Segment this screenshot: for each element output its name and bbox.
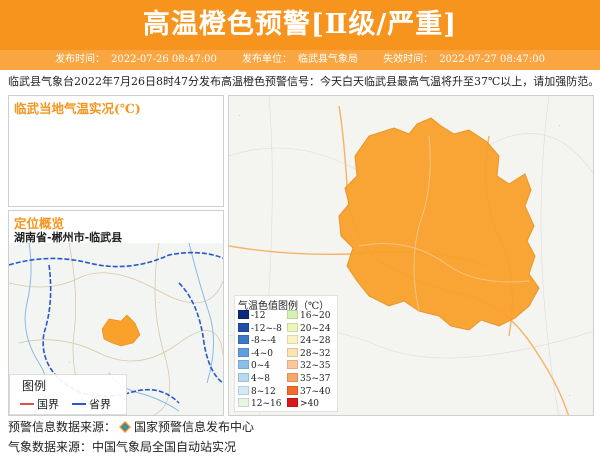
legend-range-label: 4~8: [251, 374, 270, 384]
warning-source-label: 预警信息数据来源：: [8, 420, 117, 434]
legend-provincial-border: 省界: [89, 398, 111, 411]
temperature-legend-item: 8~12: [238, 385, 276, 397]
warning-center-logo-icon: [119, 421, 132, 433]
temperature-legend-item: 4~8: [238, 373, 270, 384]
local-temperature-panel: 临武当地气温实况(℃): [8, 95, 224, 207]
expire-time: 2022-07-27 08:47:00: [439, 54, 545, 65]
warning-source-line: 预警信息数据来源： 国家预警信息发布中心: [8, 419, 254, 435]
legend-color-swatch: [238, 310, 249, 319]
legend-color-swatch: [287, 310, 298, 319]
legend-color-swatch: [238, 373, 249, 382]
temperature-color-legend: 气温色值图例（℃） -12 16~20 -12~-8 20~24 -8~-4 24~28-…: [234, 295, 338, 412]
legend-color-swatch: [287, 335, 298, 345]
legend-range-label: -8~-4: [251, 336, 277, 347]
provincial-border-line: [72, 403, 86, 405]
legend-range-label: 20~24: [300, 323, 331, 334]
legend-range-label: 16~20: [300, 311, 331, 321]
legend-color-swatch: [238, 385, 249, 395]
warning-source[interactable]: 国家预警信息发布中心: [134, 420, 254, 434]
legend-color-swatch: [287, 322, 298, 332]
legend-color-swatch: [287, 347, 298, 357]
temperature-legend-item: -4~0: [238, 347, 274, 359]
temperature-legend-item: >40: [287, 398, 319, 409]
county-temperature-map[interactable]: ... 气温色值图例（℃） -12 16~20 -12~-8 20~24 -8~-4 24…: [228, 95, 594, 416]
legend-range-label: 35~37: [300, 374, 331, 384]
alert-header: 高温橙色预警[Ⅱ级/严重]: [0, 0, 600, 50]
legend-range-label: >40: [300, 399, 319, 410]
temperature-legend-item: 16~20: [287, 310, 330, 321]
temperature-legend-item: 32~35: [287, 360, 330, 371]
temperature-legend-item: 20~24: [287, 322, 331, 334]
temperature-panel-title: 临武当地气温实况(℃): [14, 101, 141, 116]
legend-color-swatch: [238, 322, 249, 332]
publisher: 临武县气象局: [298, 54, 358, 65]
temperature-legend-item: -8~-4: [238, 335, 276, 346]
legend-range-label: 28~32: [300, 348, 331, 359]
temperature-legend-item: 12~16: [238, 398, 281, 409]
weather-source-line: 气象数据来源：中国气象局全国自动站实况: [8, 440, 237, 454]
legend-color-swatch: [238, 360, 249, 370]
temperature-legend-item: -12~-8: [238, 322, 282, 334]
legend-color-swatch: [287, 385, 298, 395]
legend-range-label: -12~-8: [251, 323, 282, 334]
legend-range-label: -12: [251, 311, 266, 321]
legend-color-swatch: [238, 335, 249, 345]
legend-color-swatch: [287, 373, 298, 382]
temperature-legend-item: 35~37: [287, 373, 330, 384]
legend-color-swatch: [238, 398, 249, 408]
legend-range-label: 12~16: [251, 399, 282, 410]
overview-legend: 图例 国界 省界: [9, 374, 127, 415]
legend-national-border: 国界: [37, 398, 59, 411]
publisher-label: 发布单位：: [242, 54, 292, 65]
legend-color-swatch: [287, 398, 298, 408]
alert-meta-bar: 发布时间： 2022-07-26 08:47:00 发布单位： 临武县气象局 失效时…: [0, 50, 600, 70]
legend-color-swatch: [287, 360, 298, 370]
legend-title: 图例: [22, 379, 47, 393]
temperature-legend-item: -12: [238, 310, 266, 321]
legend-range-label: 0~4: [251, 361, 270, 372]
temperature-legend-item: 28~32: [287, 347, 331, 359]
temperature-legend-item: 0~4: [238, 360, 270, 371]
alert-description: 临武县气象台2022年7月26日8时47分发布高温橙色预警信号：今天白天临武县最…: [8, 75, 600, 88]
temperature-legend-item: 24~28: [287, 335, 330, 346]
legend-range-label: 8~12: [251, 386, 276, 397]
legend-range-label: -4~0: [251, 348, 274, 359]
legend-range-label: 24~28: [300, 336, 331, 347]
legend-range-label: 32~35: [300, 361, 331, 372]
location-overview-panel: 定位概览 湖南省-郴州市-临武县 . . . 图例 国界 省界: [8, 210, 224, 416]
national-border-line: [20, 403, 34, 405]
alert-title: 高温橙色预警[Ⅱ级/严重]: [142, 9, 458, 40]
publish-time-label: 发布时间：: [55, 54, 106, 65]
publish-time: 2022-07-26 08:47:00: [111, 54, 217, 65]
temperature-legend-item: 37~40: [287, 385, 331, 397]
expire-label: 失效时间：: [383, 54, 434, 65]
legend-color-swatch: [238, 347, 249, 357]
legend-range-label: 37~40: [300, 386, 331, 397]
